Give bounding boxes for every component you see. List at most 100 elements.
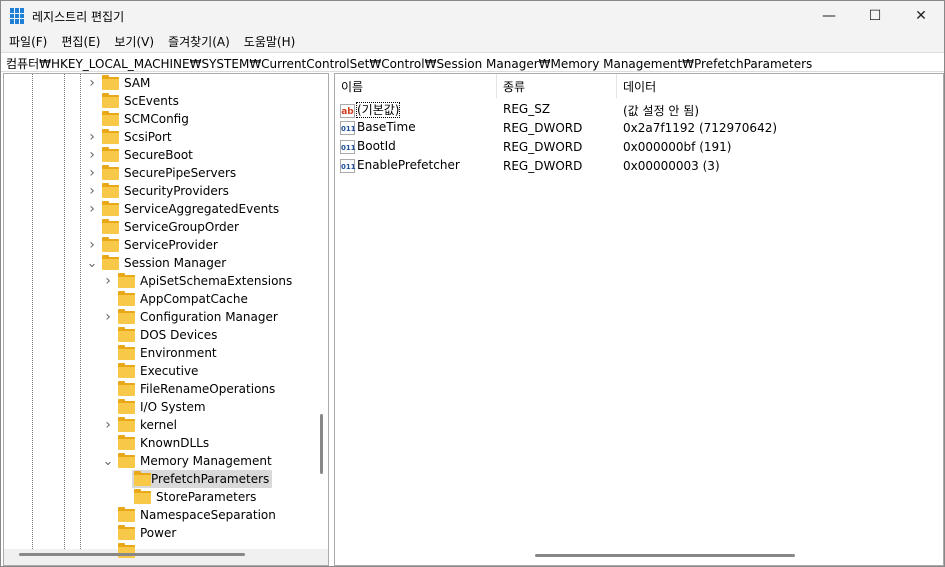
folder-icon xyxy=(118,344,135,360)
folder-icon xyxy=(118,434,135,450)
tree-item[interactable]: › SecurePipeServers xyxy=(89,164,237,182)
tree-item[interactable]: I/O System xyxy=(118,398,206,416)
tree-item[interactable]: NamespaceSeparation xyxy=(118,506,276,524)
tree-scrollbar-track xyxy=(4,549,328,565)
tree-item[interactable]: › Configuration Manager xyxy=(105,308,278,326)
tree-guide-line xyxy=(64,74,65,549)
tree-item[interactable]: FileRenameOperations xyxy=(118,380,275,398)
tree-item-label: SCMConfig xyxy=(124,112,189,126)
expand-arrow-icon[interactable]: › xyxy=(102,309,114,325)
tree-item[interactable]: ScEvents xyxy=(102,92,179,110)
folder-icon xyxy=(102,254,119,270)
window-title: 레지스트리 편집기 xyxy=(32,9,125,24)
tree-item[interactable]: DOS Devices xyxy=(118,326,217,344)
tree-item[interactable]: › SecurityProviders xyxy=(89,182,229,200)
expand-arrow-icon[interactable]: › xyxy=(86,165,98,181)
tree-item-label: Memory Management xyxy=(140,454,272,468)
value-data-cell: 0x00000003 (3) xyxy=(623,159,720,173)
tree-item-label: ScEvents xyxy=(124,94,179,108)
tree-item[interactable]: StoreParameters xyxy=(134,488,256,506)
tree-item[interactable] xyxy=(118,542,140,560)
tree-item[interactable]: › ServiceAggregatedEvents xyxy=(89,200,279,218)
column-header-name[interactable]: 이름 xyxy=(335,74,497,98)
value-data-cell: 0x2a7f1192 (712970642) xyxy=(623,121,778,135)
value-row[interactable]: 011EnablePrefetcher REG_DWORD 0x00000003 (… xyxy=(335,156,935,175)
registry-editor-icon xyxy=(10,8,26,24)
collapse-arrow-icon[interactable]: ⌄ xyxy=(86,256,98,271)
tree-item[interactable]: › ServiceProvider xyxy=(89,236,218,254)
tree-item[interactable]: KnownDLLs xyxy=(118,434,209,452)
tree-item[interactable]: Executive xyxy=(118,362,198,380)
tree-horizontal-scrollbar[interactable] xyxy=(19,553,245,556)
tree-item[interactable]: ⌄ Memory Management xyxy=(103,452,272,470)
menu-bar: 파일(F) 편집(E) 보기(V) 즐겨찾기(A) 도움말(H) xyxy=(1,31,944,52)
tree-item[interactable]: ServiceGroupOrder xyxy=(102,218,239,236)
address-bar[interactable]: 컴퓨터₩HKEY_LOCAL_MACHINE₩SYSTEM₩CurrentCon… xyxy=(1,52,944,72)
tree-item[interactable]: › kernel xyxy=(105,416,177,434)
folder-icon xyxy=(118,290,135,306)
minimize-button[interactable]: — xyxy=(806,1,852,31)
folder-icon xyxy=(118,308,135,324)
tree-item-label: AppCompatCache xyxy=(140,292,248,306)
tree-item-label: StoreParameters xyxy=(156,490,257,504)
folder-icon xyxy=(102,200,119,216)
close-button[interactable]: ✕ xyxy=(898,1,944,31)
tree-item[interactable]: ⌄ Session Manager xyxy=(87,254,226,272)
tree-item[interactable]: AppCompatCache xyxy=(118,290,248,308)
expand-arrow-icon[interactable]: › xyxy=(102,417,114,433)
column-header-type[interactable]: 종류 xyxy=(497,74,617,98)
expand-arrow-icon[interactable]: › xyxy=(86,201,98,217)
value-row[interactable]: 011BaseTime REG_DWORD 0x2a7f1192 (71297064… xyxy=(335,118,935,137)
tree-guide-line xyxy=(32,74,33,549)
folder-icon xyxy=(118,524,135,540)
tree-item[interactable]: › SecureBoot xyxy=(89,146,193,164)
expand-arrow-icon[interactable]: › xyxy=(86,237,98,253)
tree-vertical-scrollbar[interactable] xyxy=(320,414,323,474)
tree-item[interactable]: SCMConfig xyxy=(102,110,189,128)
folder-icon xyxy=(102,146,119,162)
expand-arrow-icon[interactable]: › xyxy=(86,75,98,91)
expand-arrow-icon[interactable]: › xyxy=(86,183,98,199)
tree-item[interactable]: › SAM xyxy=(89,74,151,92)
menu-favorites[interactable]: 즐겨찾기(A) xyxy=(168,33,230,50)
tree-item-label: KnownDLLs xyxy=(140,436,210,450)
tree-item-label: Configuration Manager xyxy=(140,310,278,324)
menu-help[interactable]: 도움말(H) xyxy=(244,33,296,50)
folder-icon xyxy=(118,398,135,414)
key-tree[interactable]: › SAM ScEvents SCMConfig › ScsiPort › SecureBoo… xyxy=(3,73,329,566)
value-row[interactable]: ab (기본값) REG_SZ (값 설정 안 됨) xyxy=(335,99,935,118)
tree-item[interactable]: Environment xyxy=(118,344,217,362)
folder-icon xyxy=(102,92,119,108)
tree-item[interactable]: PrefetchParameters xyxy=(132,470,273,488)
tree-item[interactable]: › ScsiPort xyxy=(89,128,172,146)
column-header-data[interactable]: 데이터 xyxy=(617,74,943,98)
expand-arrow-icon[interactable]: › xyxy=(86,147,98,163)
binary-value-icon: 011 xyxy=(340,158,356,173)
string-value-icon: ab xyxy=(340,103,355,118)
tree-item[interactable]: › ApiSetSchemaExtensions xyxy=(105,272,292,290)
maximize-button[interactable]: ☐ xyxy=(852,1,898,31)
expand-arrow-icon[interactable]: › xyxy=(86,129,98,145)
tree-item-label: SecurityProviders xyxy=(124,184,229,198)
tree-item-label: DOS Devices xyxy=(140,328,218,342)
menu-file[interactable]: 파일(F) xyxy=(9,33,47,50)
tree-item-label: ServiceGroupOrder xyxy=(124,220,239,234)
menu-edit[interactable]: 편집(E) xyxy=(61,33,100,50)
tree-item[interactable]: Power xyxy=(118,524,176,542)
tree-item-label: PrefetchParameters xyxy=(151,472,273,486)
menu-view[interactable]: 보기(V) xyxy=(114,33,154,50)
expand-arrow-icon[interactable]: › xyxy=(102,273,114,289)
tree-item-label: ServiceProvider xyxy=(124,238,218,252)
tree-item-label: Executive xyxy=(140,364,199,378)
tree-item-label: SAM xyxy=(124,76,151,90)
folder-icon xyxy=(118,416,135,432)
value-name: BootId xyxy=(357,139,396,153)
value-row[interactable]: 011BootId REG_DWORD 0x000000bf (191) xyxy=(335,137,935,156)
collapse-arrow-icon[interactable]: ⌄ xyxy=(102,454,114,469)
tree-item-label: SecurePipeServers xyxy=(124,166,237,180)
tree-item-label: ScsiPort xyxy=(124,130,172,144)
tree-item-label: I/O System xyxy=(140,400,206,414)
folder-icon xyxy=(118,362,135,378)
folder-icon xyxy=(102,218,119,234)
list-horizontal-scrollbar[interactable] xyxy=(535,554,795,557)
